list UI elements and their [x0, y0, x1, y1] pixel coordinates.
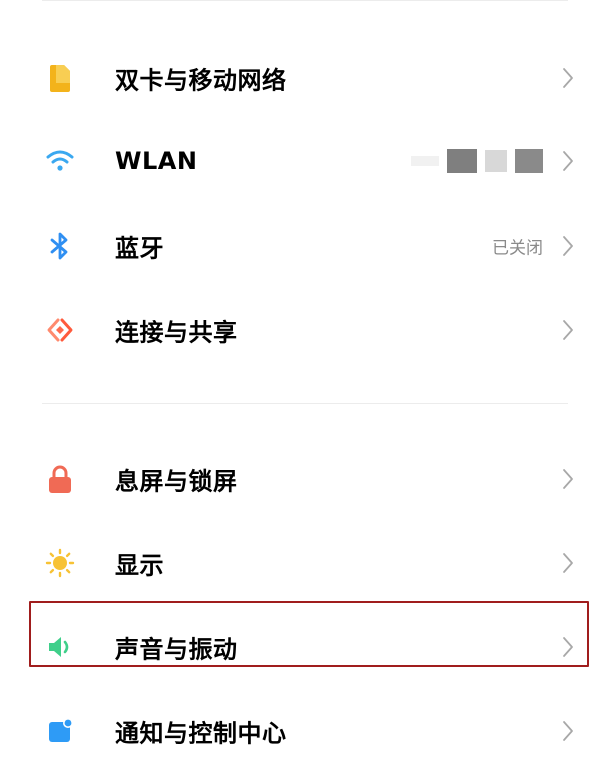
- speaker-icon: [42, 629, 78, 665]
- settings-item-label: 双卡与移动网络: [115, 66, 287, 95]
- chevron-right-icon: [563, 236, 573, 256]
- sim-card-icon: [42, 60, 78, 96]
- bluetooth-icon: [42, 228, 78, 264]
- settings-item-label: 显示: [115, 551, 164, 580]
- group-divider: [42, 403, 568, 404]
- settings-item-label: 连接与共享: [115, 318, 238, 347]
- wifi-icon: [42, 143, 78, 179]
- settings-item-display[interactable]: 显示: [0, 521, 601, 605]
- lock-icon: [42, 461, 78, 497]
- settings-item-label: 息屏与锁屏: [115, 467, 238, 496]
- chevron-right-icon: [563, 553, 573, 573]
- chevron-right-icon: [563, 151, 573, 171]
- chevron-right-icon: [563, 469, 573, 489]
- settings-item-label: 通知与控制中心: [115, 719, 287, 748]
- settings-item-label: 声音与振动: [115, 635, 238, 664]
- chevron-right-icon: [563, 637, 573, 657]
- settings-item-notification-control[interactable]: 通知与控制中心: [0, 689, 601, 773]
- brightness-icon: [42, 545, 78, 581]
- top-divider: [42, 0, 568, 1]
- settings-item-sim[interactable]: 双卡与移动网络: [0, 36, 601, 120]
- settings-item-label: WLAN: [115, 147, 198, 175]
- settings-item-bluetooth[interactable]: 蓝牙 已关闭: [0, 204, 601, 288]
- settings-item-connection-share[interactable]: 连接与共享: [0, 288, 601, 372]
- chevron-right-icon: [563, 320, 573, 340]
- notification-icon: [42, 713, 78, 749]
- chevron-right-icon: [563, 68, 573, 88]
- redacted-network-name: [411, 149, 543, 173]
- chevron-right-icon: [563, 721, 573, 741]
- settings-item-wlan[interactable]: WLAN: [0, 119, 601, 203]
- settings-item-sound-vibration[interactable]: 声音与振动: [0, 605, 601, 689]
- settings-item-label: 蓝牙: [115, 234, 164, 263]
- bluetooth-status: 已关闭: [492, 238, 543, 259]
- settings-item-lock-screen[interactable]: 息屏与锁屏: [0, 437, 601, 521]
- connection-share-icon: [42, 312, 78, 348]
